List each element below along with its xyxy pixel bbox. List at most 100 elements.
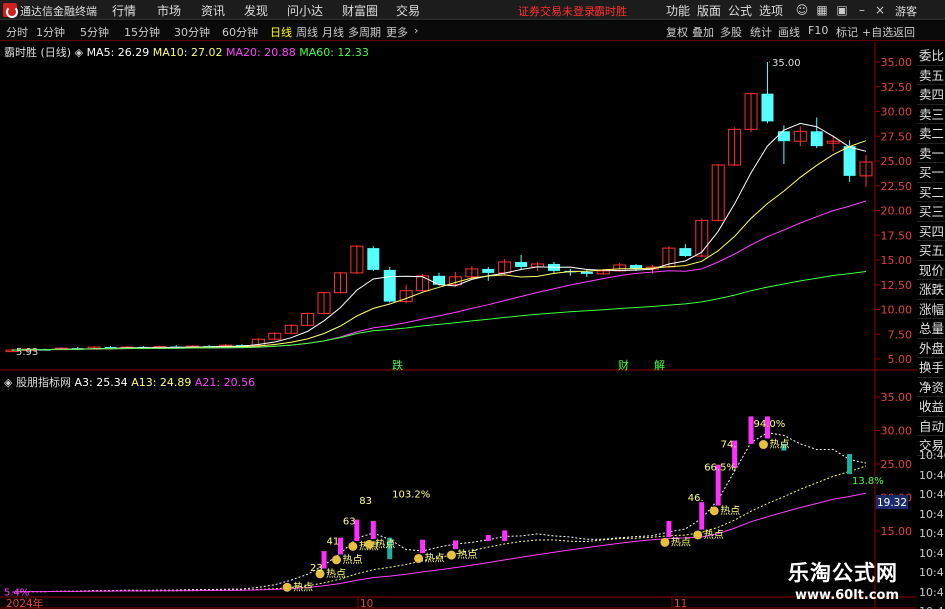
candle-body	[515, 261, 528, 267]
menu-shichang[interactable]: 市场	[157, 2, 181, 19]
candle-body	[843, 146, 856, 176]
side-tab-5[interactable]: 卖一	[917, 144, 945, 163]
pct-label-0: 5.4%	[4, 587, 29, 598]
hot-point-icon	[348, 541, 358, 551]
side-tab-14[interactable]: 总量	[917, 319, 945, 339]
tool-f10[interactable]: F10	[808, 24, 828, 37]
side-tab-10[interactable]: 买五	[917, 241, 945, 261]
period-30min[interactable]: 30分钟	[174, 24, 210, 40]
signal-bar	[502, 530, 508, 542]
a21-label: A21: 20.56	[194, 376, 256, 389]
pct-label-7: 66.5%	[704, 463, 736, 474]
user-icon[interactable]: ☺	[794, 2, 810, 18]
tool-diejia[interactable]: 叠加	[692, 24, 714, 40]
side-tab-4[interactable]: 卖二	[917, 124, 945, 144]
side-tab-8[interactable]: 买三	[917, 202, 945, 222]
tool-duogu[interactable]: 多股	[720, 24, 742, 40]
period-1min[interactable]: 1分钟	[36, 24, 65, 40]
hot-point-label: 热点	[425, 551, 445, 564]
candle-body	[777, 131, 790, 142]
menu-gongshi[interactable]: 公式	[728, 2, 752, 19]
pct-label-2: 41	[326, 536, 339, 547]
high-price-label: 35.00	[772, 58, 801, 69]
side-tab-7[interactable]: 买二	[917, 183, 945, 202]
ma5-label: MA5: 26.29	[86, 46, 150, 59]
side-tab-16[interactable]: 换手	[917, 358, 945, 378]
skin-icon[interactable]: ▣	[834, 2, 850, 18]
tile-icon[interactable]: ▦	[814, 2, 830, 18]
period-fenshi[interactable]: 分时	[6, 24, 28, 40]
current-value-label: 19.32	[877, 497, 907, 509]
side-tab-6[interactable]: 买一	[917, 163, 945, 183]
login-notice[interactable]: 证券交易未登录	[518, 3, 595, 19]
indicator-tick-label: 30.00	[881, 425, 913, 438]
side-tab-0[interactable]: 委比	[917, 46, 945, 66]
price-tick-label: 27.50	[881, 130, 913, 143]
tool-huaxian[interactable]: 画线	[778, 24, 800, 40]
hot-point-icon	[414, 553, 424, 563]
xaxis-label-0: 2024年	[6, 597, 43, 609]
settings-gear-icon[interactable]: ◈	[75, 46, 83, 59]
period-5min[interactable]: 5分钟	[80, 24, 109, 40]
menu-caifuquan[interactable]: 财富圈	[342, 2, 378, 19]
period-15min[interactable]: 15分钟	[124, 24, 160, 40]
period-weekly[interactable]: 周线	[296, 24, 318, 40]
period-daily[interactable]: 日线	[270, 24, 292, 40]
price-tick-label: 22.50	[881, 180, 913, 193]
hot-point-label: 热点	[375, 537, 395, 550]
watermark-url: www.60lt.com	[795, 588, 900, 603]
period-multi[interactable]: 多周期	[348, 24, 381, 40]
side-tab-18[interactable]: 收益	[917, 397, 945, 417]
menu-xuanxiang[interactable]: 选项	[759, 2, 783, 19]
side-tab-9[interactable]: 买四	[917, 222, 945, 241]
side-tab-17[interactable]: 净资	[917, 378, 945, 397]
stock-name[interactable]: 霸时胜 (日线)	[4, 46, 71, 59]
period-more[interactable]: 更多	[386, 24, 408, 40]
tool-add-favorite[interactable]: +自选	[862, 24, 893, 40]
menu-gongneng[interactable]: 功能	[666, 2, 690, 19]
side-tab-13[interactable]: 涨幅	[917, 300, 945, 319]
tick-time-5: 10:41	[919, 546, 945, 560]
close-icon[interactable]: ×	[872, 2, 888, 18]
signal-bar	[485, 535, 491, 542]
ma60-label: MA60: 12.33	[299, 46, 369, 59]
price-tick-label: 5.00	[888, 353, 913, 366]
signal-bar	[370, 520, 376, 540]
menu-jiaoyi[interactable]: 交易	[396, 2, 420, 19]
side-tab-2[interactable]: 卖四	[917, 85, 945, 105]
menu-hangqing[interactable]: 行情	[112, 2, 136, 19]
hot-point-label: 热点	[769, 438, 789, 451]
signal-bar	[699, 502, 705, 530]
pct-label-1: 23	[310, 563, 323, 574]
pct-label-5: 103.2%	[392, 490, 430, 501]
minimize-icon[interactable]: –	[854, 2, 870, 18]
settings-gear-icon[interactable]: ◈	[4, 376, 12, 389]
period-monthly[interactable]: 月线	[322, 24, 344, 40]
tool-fuquan[interactable]: 复权	[666, 24, 688, 40]
guest-label[interactable]: 游客	[895, 3, 917, 19]
price-tick-label: 15.00	[881, 254, 913, 267]
tick-time-2: 10:40	[919, 488, 945, 501]
chevron-right-icon[interactable]: ›	[414, 24, 418, 37]
tool-back[interactable]: 返回	[893, 24, 915, 40]
side-tab-15[interactable]: 外盘	[917, 339, 945, 358]
indicator-name[interactable]: 股朋指标网	[16, 376, 71, 389]
menu-zixun[interactable]: 资讯	[201, 2, 225, 19]
menu-wenxiaoda[interactable]: 问小达	[287, 2, 323, 19]
side-tab-19[interactable]: 自动	[917, 417, 945, 436]
side-tab-11[interactable]: 现价	[917, 261, 945, 280]
menu-banmian[interactable]: 版面	[697, 2, 721, 19]
side-tab-1[interactable]: 卖五	[917, 66, 945, 85]
tool-biaoji[interactable]: 标记	[836, 24, 858, 40]
menu-faxian[interactable]: 发现	[244, 2, 268, 19]
period-60min[interactable]: 60分钟	[222, 24, 258, 40]
signal-bar	[666, 520, 672, 538]
side-tab-3[interactable]: 卖三	[917, 105, 945, 124]
tick-time-1: 10:40	[919, 468, 945, 482]
hot-point-icon	[364, 539, 374, 549]
tool-tongji[interactable]: 统计	[750, 24, 772, 40]
side-tab-12[interactable]: 涨跌	[917, 280, 945, 300]
kline-chart[interactable]: 热点热点热点热点热点热点热点热点热点热点热点5.4%23416383103.2%…	[0, 42, 917, 609]
hot-point-label: 热点	[342, 553, 362, 566]
indicator-tick-label: 25.00	[881, 458, 913, 471]
